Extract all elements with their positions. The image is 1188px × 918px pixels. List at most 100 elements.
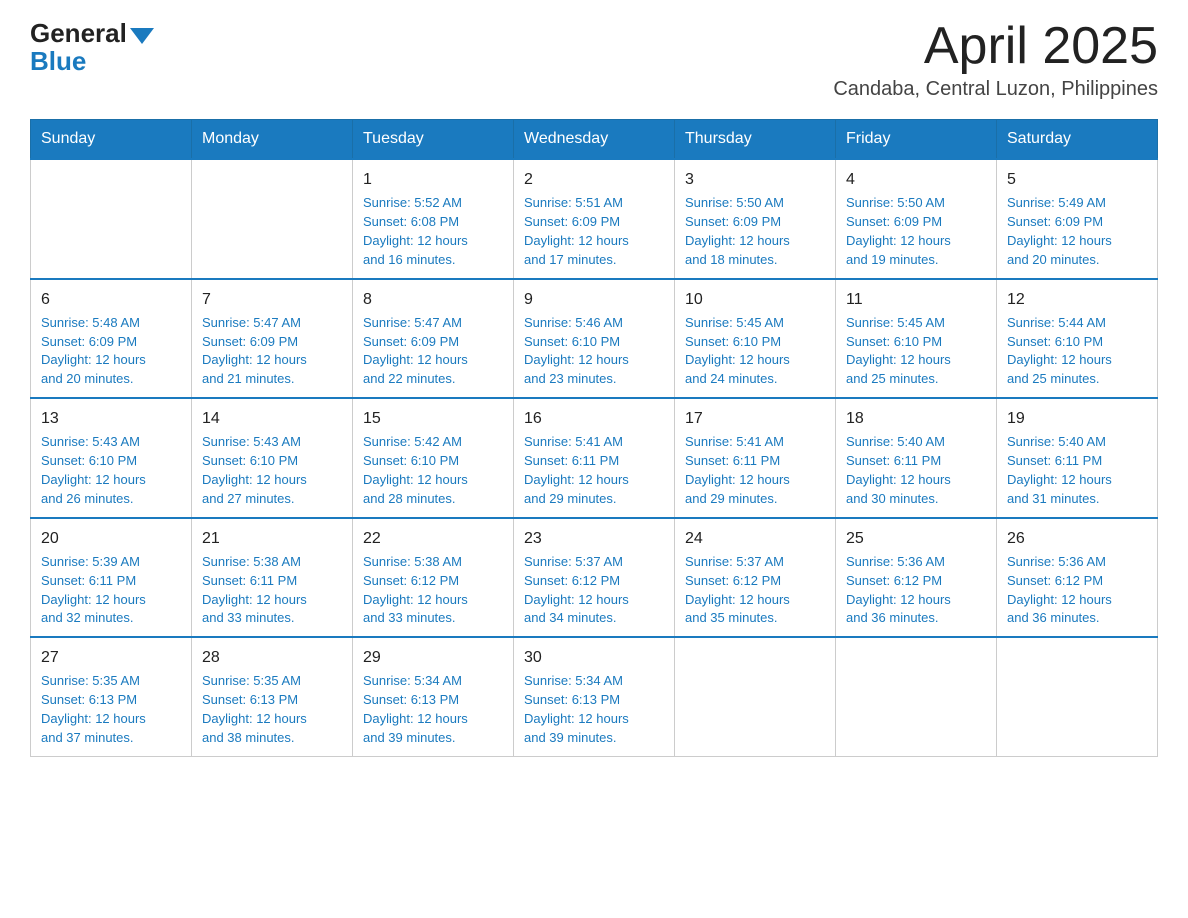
day-info-text: Sunset: 6:12 PM <box>1007 572 1147 591</box>
day-info-text: and 26 minutes. <box>41 490 181 509</box>
day-info-text: Sunrise: 5:45 AM <box>685 314 825 333</box>
day-cell: 16Sunrise: 5:41 AMSunset: 6:11 PMDayligh… <box>514 398 675 518</box>
day-cell: 14Sunrise: 5:43 AMSunset: 6:10 PMDayligh… <box>192 398 353 518</box>
day-info-text: Sunrise: 5:47 AM <box>363 314 503 333</box>
day-info-text: Sunset: 6:09 PM <box>1007 213 1147 232</box>
day-info-text: Daylight: 12 hours <box>202 591 342 610</box>
day-info-text: Sunrise: 5:37 AM <box>685 553 825 572</box>
day-cell: 27Sunrise: 5:35 AMSunset: 6:13 PMDayligh… <box>31 637 192 756</box>
day-info-text: Daylight: 12 hours <box>524 710 664 729</box>
day-info-text: Sunset: 6:09 PM <box>363 333 503 352</box>
day-info-text: Sunset: 6:13 PM <box>202 691 342 710</box>
day-info-text: Sunset: 6:11 PM <box>685 452 825 471</box>
day-info-text: and 24 minutes. <box>685 370 825 389</box>
day-info-text: and 23 minutes. <box>524 370 664 389</box>
day-info-text: and 35 minutes. <box>685 609 825 628</box>
day-info-text: and 33 minutes. <box>202 609 342 628</box>
day-info-text: Sunrise: 5:50 AM <box>685 194 825 213</box>
day-info-text: Sunset: 6:12 PM <box>524 572 664 591</box>
day-info-text: Daylight: 12 hours <box>685 591 825 610</box>
column-header-monday: Monday <box>192 120 353 160</box>
week-row-4: 20Sunrise: 5:39 AMSunset: 6:11 PMDayligh… <box>31 518 1158 638</box>
month-title: April 2025 <box>833 20 1158 72</box>
day-info-text: and 25 minutes. <box>1007 370 1147 389</box>
day-cell <box>997 637 1158 756</box>
title-block: April 2025 Candaba, Central Luzon, Phili… <box>833 20 1158 101</box>
day-info-text: Sunrise: 5:37 AM <box>524 553 664 572</box>
day-number: 30 <box>524 646 664 669</box>
day-cell: 25Sunrise: 5:36 AMSunset: 6:12 PMDayligh… <box>836 518 997 638</box>
day-cell <box>192 159 353 279</box>
day-info-text: Sunset: 6:10 PM <box>41 452 181 471</box>
day-number: 23 <box>524 527 664 550</box>
day-info-text: Sunrise: 5:38 AM <box>202 553 342 572</box>
day-info-text: Daylight: 12 hours <box>1007 232 1147 251</box>
day-number: 17 <box>685 407 825 430</box>
day-number: 12 <box>1007 288 1147 311</box>
day-info-text: Daylight: 12 hours <box>363 232 503 251</box>
day-info-text: Sunset: 6:09 PM <box>846 213 986 232</box>
day-info-text: Daylight: 12 hours <box>846 471 986 490</box>
day-cell: 15Sunrise: 5:42 AMSunset: 6:10 PMDayligh… <box>353 398 514 518</box>
day-info-text: and 29 minutes. <box>524 490 664 509</box>
day-info-text: Daylight: 12 hours <box>363 710 503 729</box>
logo-triangle-icon <box>130 28 154 44</box>
day-number: 1 <box>363 168 503 191</box>
day-info-text: Sunrise: 5:45 AM <box>846 314 986 333</box>
day-info-text: and 27 minutes. <box>202 490 342 509</box>
day-number: 24 <box>685 527 825 550</box>
day-cell <box>31 159 192 279</box>
day-number: 19 <box>1007 407 1147 430</box>
day-info-text: Sunset: 6:12 PM <box>363 572 503 591</box>
day-cell: 12Sunrise: 5:44 AMSunset: 6:10 PMDayligh… <box>997 279 1158 399</box>
day-info-text: and 17 minutes. <box>524 251 664 270</box>
day-cell: 1 Sunrise: 5:52 AMSunset: 6:08 PMDaylight… <box>353 159 514 279</box>
day-info-text: Daylight: 12 hours <box>41 710 181 729</box>
day-info-text: Sunrise: 5:41 AM <box>685 433 825 452</box>
day-info-text: and 32 minutes. <box>41 609 181 628</box>
day-info-text: Daylight: 12 hours <box>363 591 503 610</box>
day-number: 26 <box>1007 527 1147 550</box>
day-info-text: Sunrise: 5:40 AM <box>1007 433 1147 452</box>
day-number: 3 <box>685 168 825 191</box>
day-info-text: Sunset: 6:08 PM <box>363 213 503 232</box>
day-info-text: Daylight: 12 hours <box>1007 471 1147 490</box>
day-info-text: Sunset: 6:11 PM <box>524 452 664 471</box>
day-cell: 3Sunrise: 5:50 AMSunset: 6:09 PMDaylight… <box>675 159 836 279</box>
day-cell: 9Sunrise: 5:46 AMSunset: 6:10 PMDaylight… <box>514 279 675 399</box>
day-info-text: and 28 minutes. <box>363 490 503 509</box>
day-info-text: Sunrise: 5:52 AM <box>363 194 503 213</box>
day-number: 21 <box>202 527 342 550</box>
day-info-text: and 18 minutes. <box>685 251 825 270</box>
day-cell: 28Sunrise: 5:35 AMSunset: 6:13 PMDayligh… <box>192 637 353 756</box>
day-info-text: Daylight: 12 hours <box>41 591 181 610</box>
day-number: 29 <box>363 646 503 669</box>
day-info-text: Daylight: 12 hours <box>524 591 664 610</box>
day-info-text: Sunset: 6:10 PM <box>1007 333 1147 352</box>
day-info-text: Sunset: 6:12 PM <box>685 572 825 591</box>
calendar-table: SundayMondayTuesdayWednesdayThursdayFrid… <box>30 119 1158 757</box>
day-cell: 18Sunrise: 5:40 AMSunset: 6:11 PMDayligh… <box>836 398 997 518</box>
day-info-text: Sunset: 6:12 PM <box>846 572 986 591</box>
day-cell: 24 Sunrise: 5:37 AMSunset: 6:12 PMDayligh… <box>675 518 836 638</box>
day-info-text: Sunrise: 5:51 AM <box>524 194 664 213</box>
day-info-text: Sunset: 6:10 PM <box>846 333 986 352</box>
day-info-text: Sunrise: 5:50 AM <box>846 194 986 213</box>
day-info-text: Daylight: 12 hours <box>524 232 664 251</box>
day-info-text: Sunset: 6:09 PM <box>524 213 664 232</box>
day-info-text: Sunrise: 5:42 AM <box>363 433 503 452</box>
day-info-text: Sunrise: 5:35 AM <box>41 672 181 691</box>
day-cell: 2Sunrise: 5:51 AMSunset: 6:09 PMDaylight… <box>514 159 675 279</box>
week-row-2: 6Sunrise: 5:48 AMSunset: 6:09 PMDaylight… <box>31 279 1158 399</box>
day-info-text: Sunrise: 5:41 AM <box>524 433 664 452</box>
day-info-text: Sunset: 6:11 PM <box>846 452 986 471</box>
logo-general-text: General <box>30 20 127 46</box>
day-number: 4 <box>846 168 986 191</box>
calendar-body: 1Sunrise: 5:52 AMSunset: 6:08 PMDaylight… <box>31 159 1158 756</box>
day-info-text: and 34 minutes. <box>524 609 664 628</box>
day-number: 25 <box>846 527 986 550</box>
day-info-text: and 39 minutes. <box>524 729 664 748</box>
day-number: 11 <box>846 288 986 311</box>
day-info-text: Daylight: 12 hours <box>202 351 342 370</box>
day-info-text: Sunset: 6:11 PM <box>202 572 342 591</box>
